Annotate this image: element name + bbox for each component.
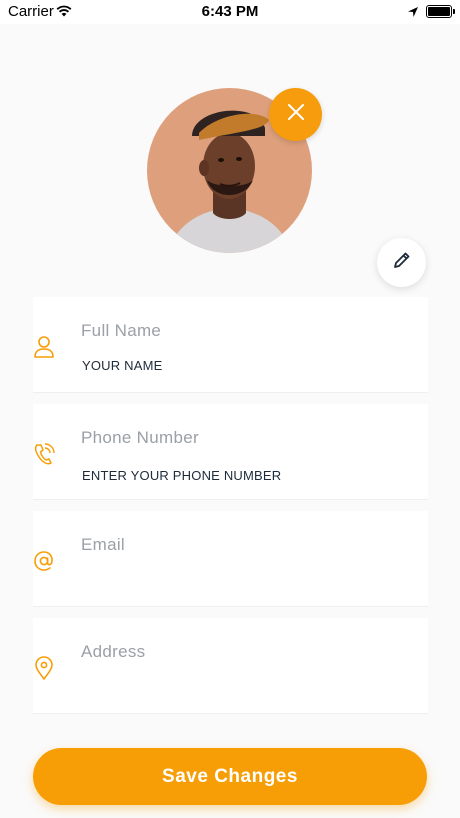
at-icon — [33, 549, 55, 573]
phone-number-value[interactable]: ENTER YOUR PHONE NUMBER — [82, 468, 281, 483]
close-icon — [287, 103, 305, 126]
full-name-field[interactable]: Full Name YOUR NAME — [33, 297, 428, 393]
email-label: Email — [81, 535, 126, 554]
location-arrow-icon — [407, 5, 419, 22]
user-icon — [33, 335, 55, 359]
battery-icon — [426, 5, 455, 18]
phone-number-field[interactable]: Phone Number ENTER YOUR PHONE NUMBER — [33, 404, 428, 500]
full-name-value[interactable]: YOUR NAME — [82, 358, 163, 373]
clock-time: 6:43 PM — [201, 3, 259, 20]
location-pin-icon — [33, 656, 55, 680]
pencil-icon — [392, 250, 412, 275]
remove-photo-button[interactable] — [269, 88, 322, 141]
email-field[interactable]: Email — [33, 511, 428, 607]
edit-photo-button[interactable] — [377, 238, 426, 287]
address-field[interactable]: Address — [33, 618, 428, 714]
full-name-label: Full Name — [81, 321, 162, 340]
phone-number-label: Phone Number — [81, 428, 199, 447]
save-changes-button[interactable]: Save Changes — [33, 748, 427, 805]
address-label: Address — [81, 642, 146, 661]
status-bar: Carrier 6:43 PM — [0, 0, 460, 24]
phone-icon — [33, 442, 55, 466]
